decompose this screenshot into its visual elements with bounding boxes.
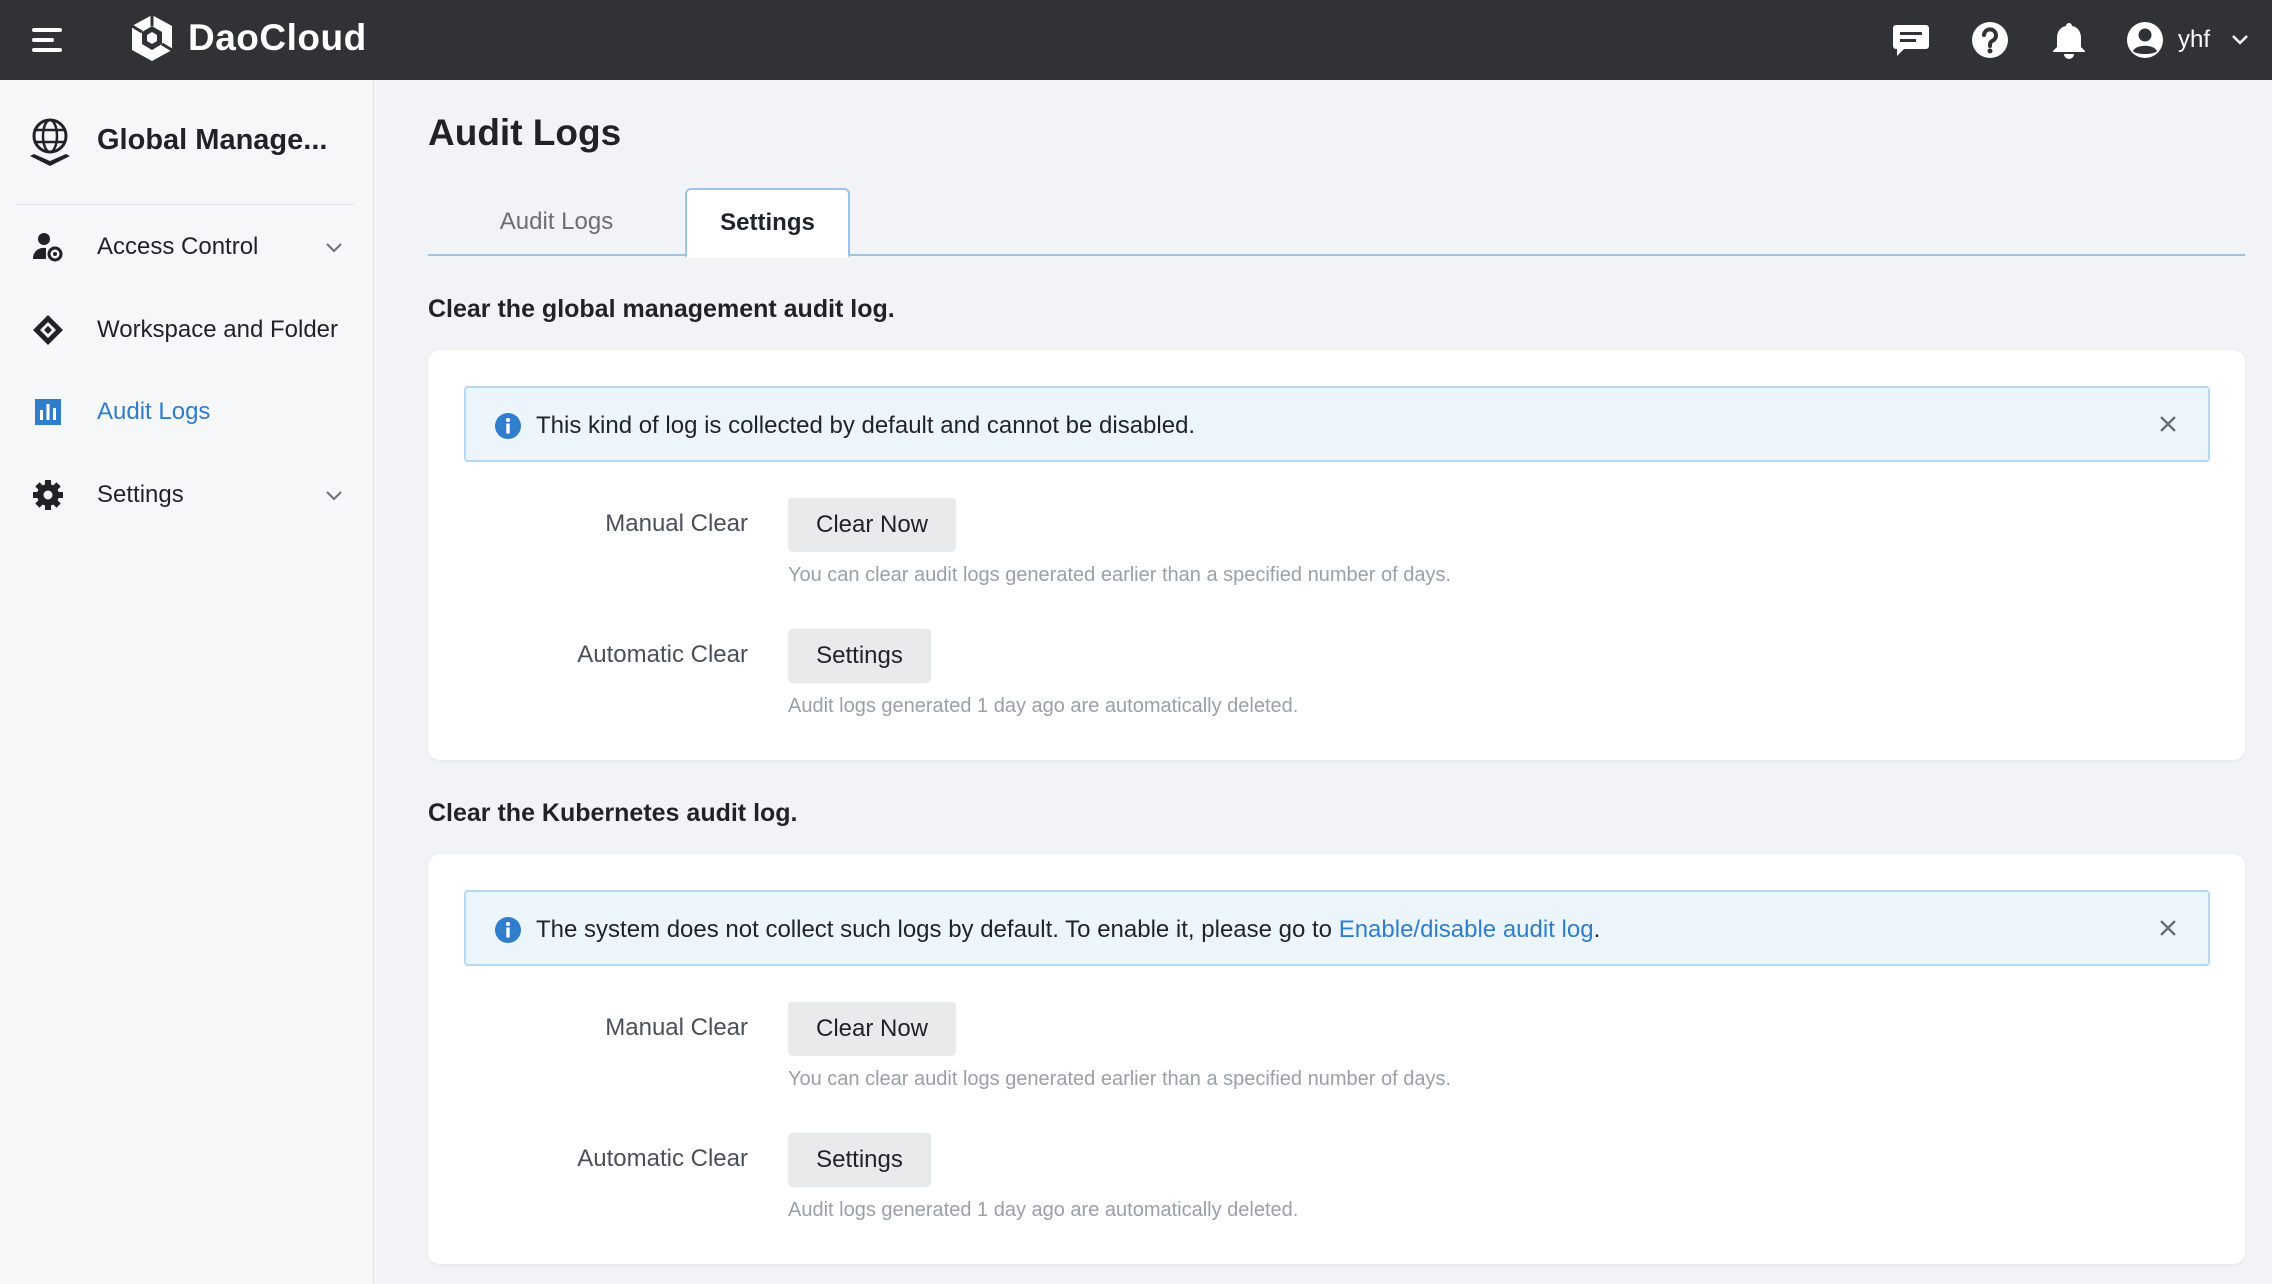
clear-now-button[interactable]: Clear Now [788, 1002, 956, 1056]
enable-audit-log-link[interactable]: Enable/disable audit log [1339, 916, 1594, 943]
alert-text: The system does not collect such logs by… [536, 916, 1601, 943]
info-icon [495, 917, 521, 943]
manual-clear-help: You can clear audit logs generated earli… [788, 1068, 1452, 1090]
brand-name: DaoCloud [188, 17, 367, 58]
section-title-kubernetes: Clear the Kubernetes audit log. [428, 799, 798, 827]
sidebar-item-label: Access Control [97, 233, 259, 260]
brand[interactable]: DaoCloud [126, 8, 367, 68]
user-menu[interactable]: yhf [2126, 21, 2250, 59]
settings-gear-icon [33, 480, 63, 510]
menu-icon[interactable] [30, 22, 66, 58]
automatic-settings-button[interactable]: Settings [788, 1133, 931, 1187]
message-icon[interactable] [1889, 18, 1933, 62]
sidebar-item-label: Workspace and Folder [97, 316, 339, 343]
manual-clear-help: You can clear audit logs generated earli… [788, 564, 1452, 586]
kubernetes-audit-card: The system does not collect such logs by… [428, 854, 2245, 1264]
help-icon[interactable] [1968, 18, 2012, 62]
access-control-icon [33, 233, 63, 262]
tab-settings[interactable]: Settings [685, 188, 850, 258]
workspace-icon [33, 315, 63, 345]
clear-now-button[interactable]: Clear Now [788, 498, 956, 552]
tab-bar: Audit Logs Settings [428, 188, 2245, 258]
daocloud-logo-icon [131, 15, 173, 61]
sidebar: Global Manage... Access Control Workspac… [0, 80, 374, 1284]
sidebar-header[interactable]: Global Manage... [0, 80, 374, 204]
sidebar-item-label: Audit Logs [97, 398, 211, 425]
user-avatar-icon [2126, 22, 2163, 58]
section-title-global: Clear the global management audit log. [428, 295, 895, 323]
bell-icon[interactable] [2047, 18, 2091, 62]
username: yhf [2177, 26, 2210, 53]
chevron-down-icon [326, 243, 342, 253]
manual-clear-label: Manual Clear [605, 510, 748, 537]
top-bar: DaoCloud yhf [0, 0, 2272, 80]
sidebar-item-workspace[interactable]: Workspace and Folder [16, 298, 358, 362]
global-audit-card: This kind of log is collected by default… [428, 350, 2245, 760]
automatic-clear-label: Automatic Clear [577, 641, 748, 668]
sidebar-title: Global Manage... [97, 124, 328, 156]
sidebar-item-access-control[interactable]: Access Control [16, 215, 358, 279]
sidebar-item-settings[interactable]: Settings [16, 463, 358, 527]
alert-text: This kind of log is collected by default… [536, 412, 1196, 439]
sidebar-item-label: Settings [97, 481, 184, 508]
automatic-clear-help: Audit logs generated 1 day ago are autom… [788, 1199, 1299, 1221]
tab-audit-logs[interactable]: Audit Logs [428, 188, 685, 256]
sidebar-divider [16, 204, 354, 205]
manual-clear-label: Manual Clear [605, 1014, 748, 1041]
audit-logs-icon [35, 399, 61, 425]
sidebar-item-audit-logs[interactable]: Audit Logs [16, 380, 358, 444]
chevron-down-icon [326, 491, 342, 501]
page-title: Audit Logs [428, 112, 622, 153]
close-icon[interactable] [2154, 410, 2182, 438]
automatic-settings-button[interactable]: Settings [788, 629, 931, 683]
automatic-clear-label: Automatic Clear [577, 1145, 748, 1172]
automatic-clear-help: Audit logs generated 1 day ago are autom… [788, 695, 1299, 717]
chevron-down-icon [2232, 35, 2248, 45]
info-alert: This kind of log is collected by default… [464, 386, 2210, 462]
info-alert: The system does not collect such logs by… [464, 890, 2210, 966]
globe-icon [30, 118, 70, 166]
info-icon [495, 413, 521, 439]
close-icon[interactable] [2154, 914, 2182, 942]
